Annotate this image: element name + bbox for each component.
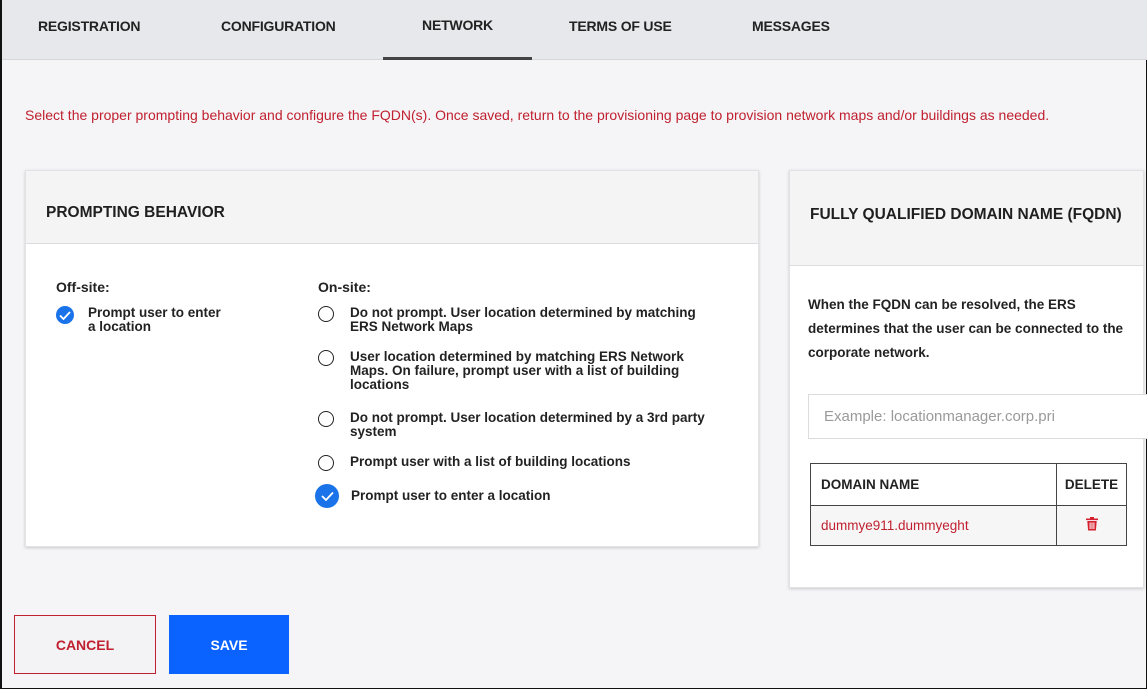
onsite-label: On-site: (318, 279, 371, 295)
table-row: dummye911.dummyeght (810, 505, 1127, 546)
checked-icon (56, 306, 74, 324)
fqdn-card: FULLY QUALIFIED DOMAIN NAME (FQDN) When … (789, 170, 1147, 588)
radio-icon (318, 455, 334, 471)
onsite-option-5[interactable]: Prompt user to enter a location (315, 484, 718, 508)
tab-terms-of-use[interactable]: TERMS OF USE (569, 0, 672, 60)
radio-icon (318, 411, 334, 427)
checked-icon (315, 484, 339, 508)
offsite-label: Off-site: (56, 279, 110, 295)
trash-icon[interactable] (1085, 517, 1098, 534)
onsite-option-label: Prompt user with a list of building loca… (350, 454, 631, 469)
tab-messages[interactable]: MESSAGES (752, 0, 830, 60)
onsite-option-label: Prompt user to enter a location (351, 488, 551, 503)
onsite-option-label: User location determined by matching ERS… (350, 349, 684, 392)
prompting-behavior-card: PROMPTING BEHAVIOR Off-site: Prompt user… (25, 170, 759, 547)
delete-header: DELETE (1056, 463, 1127, 506)
intro-message: Select the proper prompting behavior and… (25, 107, 1050, 123)
prompting-behavior-title: PROMPTING BEHAVIOR (26, 171, 758, 244)
domain-name-cell: dummye911.dummyeght (810, 505, 1057, 546)
fqdn-input[interactable] (808, 394, 1147, 439)
radio-icon (318, 350, 334, 366)
radio-icon (318, 306, 334, 322)
fqdn-title: FULLY QUALIFIED DOMAIN NAME (FQDN) (790, 171, 1143, 266)
delete-cell (1056, 505, 1127, 546)
table-header-row: DOMAIN NAME DELETE (810, 463, 1127, 506)
tab-configuration[interactable]: CONFIGURATION (221, 0, 336, 60)
offsite-option[interactable]: Prompt user to enter a location (56, 306, 226, 334)
cancel-button[interactable]: CANCEL (14, 615, 156, 674)
tab-registration[interactable]: REGISTRATION (38, 0, 141, 60)
fqdn-description: When the FQDN can be resolved, the ERS d… (808, 297, 1124, 360)
domain-table: DOMAIN NAME DELETE dummye911.dummyeght (810, 463, 1127, 546)
offsite-option-label: Prompt user to enter a location (88, 305, 221, 334)
onsite-option-2[interactable]: User location determined by matching ERS… (318, 350, 718, 392)
domain-name-header: DOMAIN NAME (810, 463, 1057, 506)
onsite-option-label: Do not prompt. User location determined … (350, 410, 705, 439)
onsite-option-1[interactable]: Do not prompt. User location determined … (318, 306, 718, 334)
tab-bar: REGISTRATION CONFIGURATION NETWORK TERMS… (2, 0, 1147, 60)
save-button[interactable]: SAVE (169, 615, 289, 674)
tab-network[interactable]: NETWORK (383, 0, 532, 60)
onsite-option-3[interactable]: Do not prompt. User location determined … (318, 411, 718, 439)
onsite-option-label: Do not prompt. User location determined … (350, 305, 696, 334)
onsite-option-4[interactable]: Prompt user with a list of building loca… (318, 455, 718, 471)
